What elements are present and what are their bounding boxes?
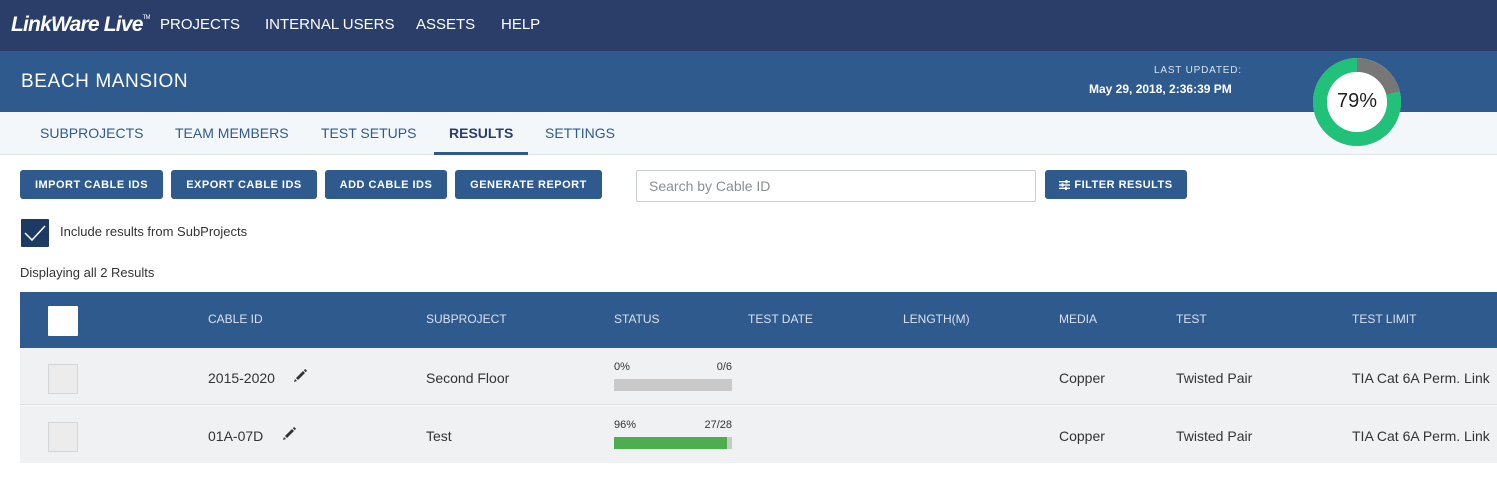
export-cable-ids-button[interactable]: EXPORT CABLE IDS	[171, 170, 317, 199]
project-title: BEACH MANSION	[21, 71, 189, 92]
app-logo[interactable]: LinkWare LiveTM	[11, 13, 150, 37]
tab-subprojects[interactable]: SUBPROJECTS	[40, 125, 143, 141]
col-media[interactable]: MEDIA	[1059, 312, 1097, 326]
status-count: 27/28	[704, 419, 732, 431]
sliders-icon	[1059, 179, 1071, 190]
pencil-icon[interactable]	[282, 427, 296, 441]
col-test-date[interactable]: TEST DATE	[748, 312, 813, 326]
checkmark-icon	[24, 225, 46, 242]
pencil-icon[interactable]	[293, 369, 307, 383]
logo-text: LinkWare Live	[11, 13, 143, 36]
cell-test: Twisted Pair	[1176, 428, 1253, 444]
status-progress-fill	[614, 437, 728, 449]
select-all-checkbox[interactable]	[48, 306, 78, 336]
results-table-header: CABLE ID SUBPROJECT STATUS TEST DATE LEN…	[20, 292, 1497, 348]
nav-projects[interactable]: PROJECTS	[160, 16, 240, 33]
cell-test: Twisted Pair	[1176, 370, 1253, 386]
project-header: BEACH MANSION LAST UPDATED: May 29, 2018…	[0, 51, 1497, 112]
status-percent: 96%	[614, 419, 637, 431]
completion-percent: 79%	[1336, 90, 1378, 112]
cell-subproject: Test	[426, 428, 452, 444]
last-updated-label: LAST UPDATED:	[1154, 65, 1242, 76]
tab-team-members[interactable]: TEAM MEMBERS	[175, 125, 289, 141]
import-cable-ids-button[interactable]: IMPORT CABLE IDS	[20, 170, 163, 199]
tab-results[interactable]: RESULTS	[449, 125, 513, 141]
active-tab-indicator	[434, 152, 528, 155]
search-cable-id-input[interactable]	[636, 170, 1036, 202]
tab-bar: SUBPROJECTS TEAM MEMBERS TEST SETUPS RES…	[0, 112, 1497, 155]
filter-results-label: FILTER RESULTS	[1074, 178, 1173, 191]
generate-report-button[interactable]: GENERATE REPORT	[455, 170, 602, 199]
col-subproject[interactable]: SUBPROJECT	[426, 312, 507, 326]
nav-internal-users[interactable]: INTERNAL USERS	[265, 16, 394, 33]
cell-subproject: Second Floor	[426, 370, 510, 386]
tab-settings[interactable]: SETTINGS	[545, 125, 615, 141]
cell-media: Copper	[1059, 428, 1105, 444]
col-test-limit[interactable]: TEST LIMIT	[1352, 312, 1416, 326]
include-subprojects-checkbox[interactable]	[21, 219, 49, 247]
table-row[interactable]: 2015-2020 Second Floor 0% 0/6 Copper Twi…	[20, 348, 1497, 405]
col-test[interactable]: TEST	[1176, 312, 1207, 326]
logo-trademark: TM	[142, 15, 151, 21]
results-count: Displaying all 2 Results	[20, 265, 155, 280]
cell-media: Copper	[1059, 370, 1105, 386]
row-checkbox[interactable]	[48, 364, 78, 394]
col-length[interactable]: LENGTH(M)	[903, 312, 970, 326]
tab-test-setups[interactable]: TEST SETUPS	[321, 125, 416, 141]
cell-test-limit: TIA Cat 6A Perm. Link	[1352, 370, 1490, 386]
cell-cable-id[interactable]: 01A-07D	[208, 428, 263, 444]
filter-results-button[interactable]: FILTER RESULTS	[1045, 170, 1187, 199]
nav-assets[interactable]: ASSETS	[416, 16, 475, 33]
top-nav-bar: LinkWare LiveTM PROJECTS INTERNAL USERS …	[0, 0, 1497, 51]
status-progress-bar	[614, 379, 732, 391]
last-updated-value: May 29, 2018, 2:36:39 PM	[1089, 82, 1232, 96]
row-checkbox[interactable]	[48, 422, 78, 452]
col-status[interactable]: STATUS	[614, 312, 660, 326]
cell-cable-id[interactable]: 2015-2020	[208, 370, 275, 386]
include-subprojects-label: Include results from SubProjects	[60, 224, 248, 239]
status-percent: 0%	[614, 361, 630, 373]
add-cable-ids-button[interactable]: ADD CABLE IDS	[325, 170, 447, 199]
col-cable-id[interactable]: CABLE ID	[208, 312, 263, 326]
cell-test-limit: TIA Cat 6A Perm. Link	[1352, 428, 1490, 444]
status-progress-bar	[614, 437, 732, 449]
nav-help[interactable]: HELP	[501, 16, 540, 33]
status-count: 0/6	[716, 361, 732, 373]
table-row[interactable]: 01A-07D Test 96% 27/28 Copper Twisted Pa…	[20, 406, 1497, 463]
